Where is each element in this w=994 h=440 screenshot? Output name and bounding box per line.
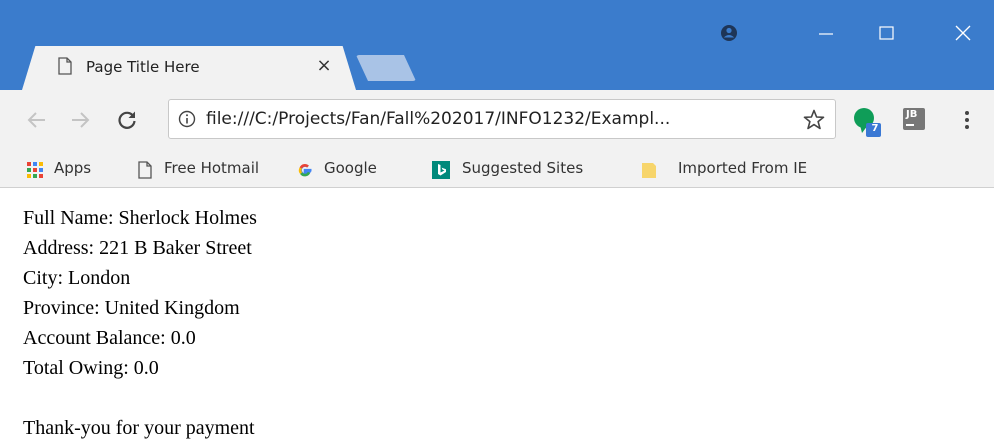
folder-icon xyxy=(642,163,656,178)
hangouts-extension-icon[interactable]: 7 xyxy=(852,106,882,138)
jetbrains-extension-icon[interactable]: JB xyxy=(903,108,925,130)
document-icon xyxy=(138,161,152,179)
jb-underline xyxy=(906,124,914,126)
bookmark-google[interactable]: Google xyxy=(296,154,420,182)
account-balance-line: Account Balance: 0.0 xyxy=(23,327,196,349)
document-icon xyxy=(58,57,72,75)
bing-icon xyxy=(432,161,450,179)
total-owing-line: Total Owing: 0.0 xyxy=(23,357,159,379)
google-g-icon xyxy=(298,164,312,177)
bookmark-suggested-sites[interactable]: Suggested Sites xyxy=(432,154,620,182)
bookmark-apps[interactable]: Apps xyxy=(26,154,116,182)
info-icon[interactable] xyxy=(178,110,196,128)
payment-message: Thank-you for your payment xyxy=(23,417,255,439)
forward-arrow-icon[interactable] xyxy=(68,108,92,132)
bookmark-label: Imported From IE xyxy=(678,159,808,177)
bookmark-star-icon[interactable] xyxy=(802,108,826,132)
bookmark-imported-from-ie[interactable]: Imported From IE xyxy=(640,154,840,182)
full-name-line: Full Name: Sherlock Holmes xyxy=(23,207,257,229)
bookmark-label: Apps xyxy=(54,159,92,177)
close-window-icon[interactable] xyxy=(940,18,986,48)
apps-grid-icon xyxy=(27,162,43,178)
reload-icon[interactable] xyxy=(115,108,139,132)
bookmark-free-hotmail[interactable]: Free Hotmail xyxy=(136,154,286,182)
url-text[interactable]: file:///C:/Projects/Fan/Fall%202017/INFO… xyxy=(206,107,670,131)
kebab-menu-icon[interactable] xyxy=(962,108,972,132)
hangouts-badge: 7 xyxy=(871,123,879,134)
page-content: Full Name: Sherlock Holmes Address: 221 … xyxy=(23,203,257,440)
profile-icon[interactable] xyxy=(706,18,752,48)
tab-close-icon[interactable]: × xyxy=(314,55,334,77)
back-arrow-icon[interactable] xyxy=(25,108,49,132)
province-line: Province: United Kingdom xyxy=(23,297,240,319)
bookmark-label: Free Hotmail xyxy=(164,159,260,177)
bookmark-label: Google xyxy=(324,159,377,177)
minimize-icon[interactable] xyxy=(803,18,849,48)
tab-title: Page Title Here xyxy=(86,58,200,76)
address-line: Address: 221 B Baker Street xyxy=(23,237,252,259)
jb-label: JB xyxy=(906,109,918,120)
bookmark-label: Suggested Sites xyxy=(462,159,584,177)
maximize-icon[interactable] xyxy=(864,18,910,48)
city-line: City: London xyxy=(23,267,131,289)
